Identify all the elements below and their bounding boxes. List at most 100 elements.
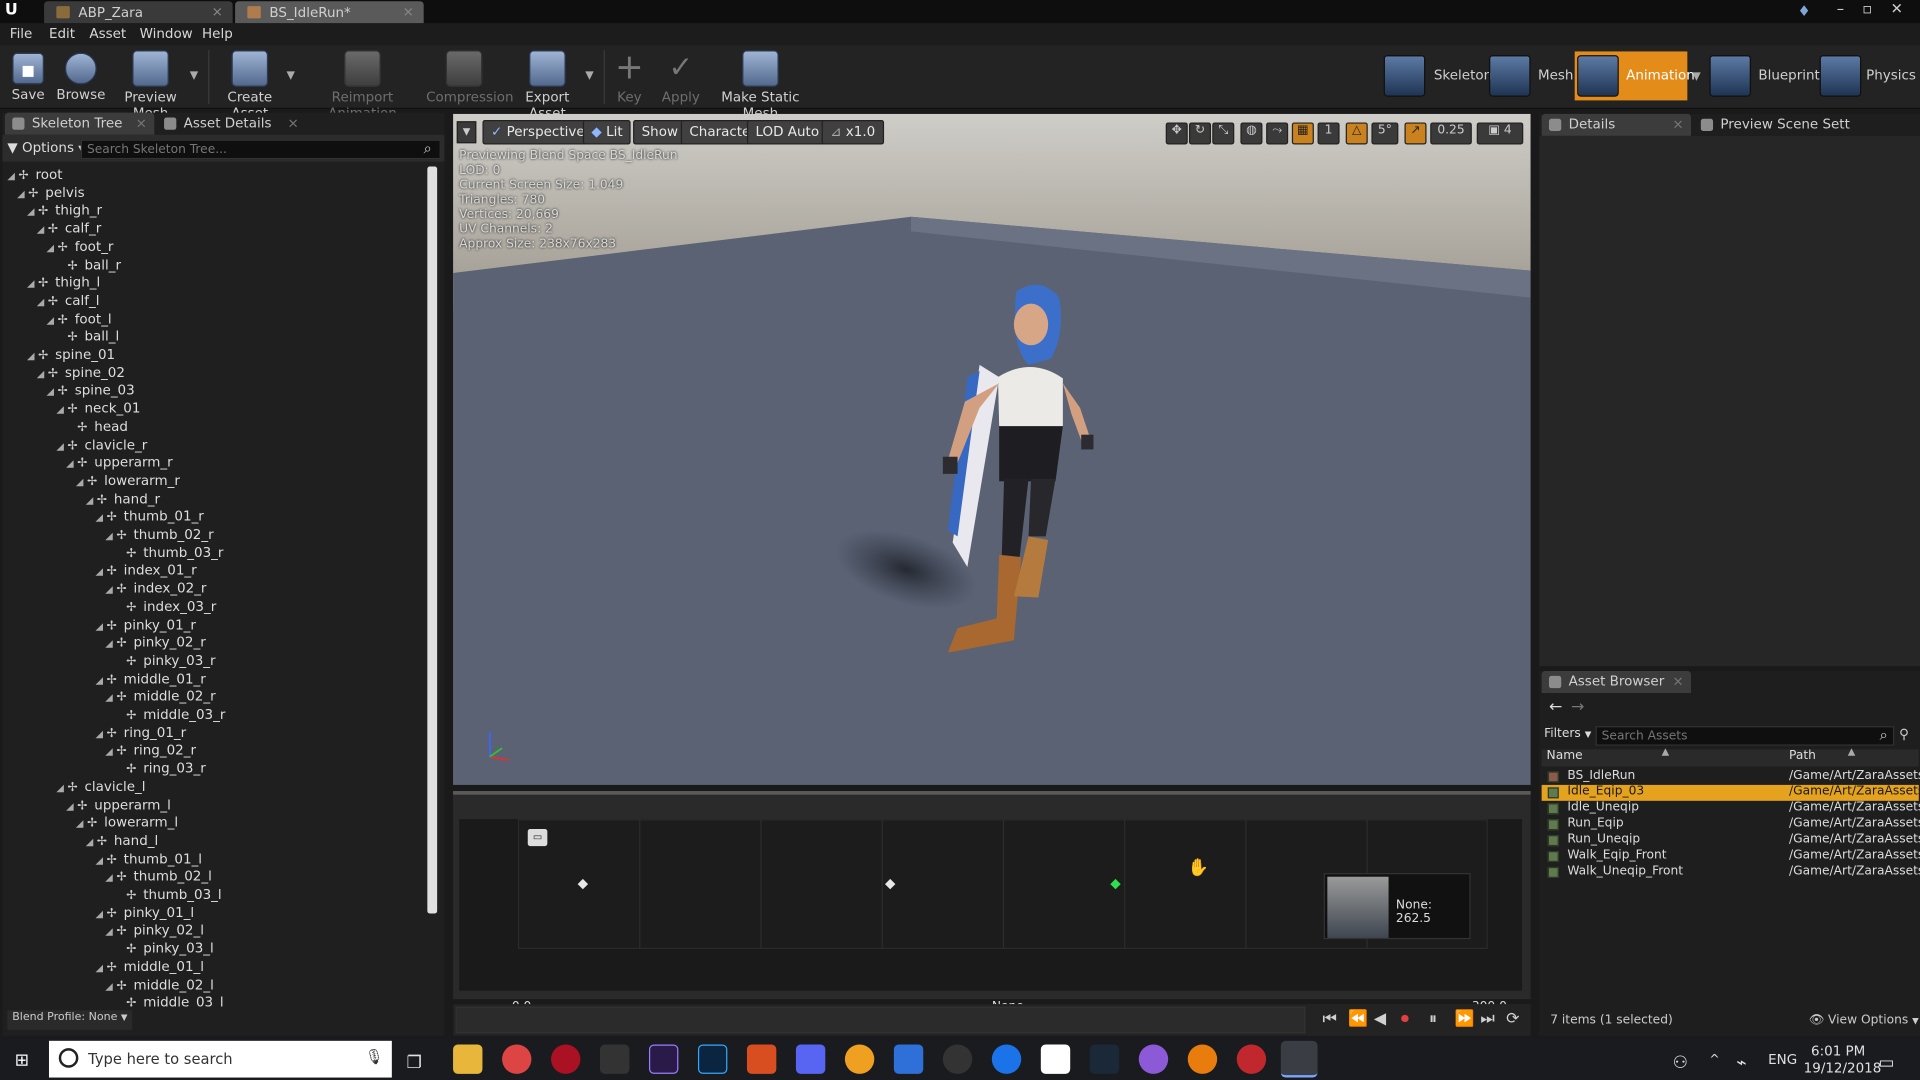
bone-neck_01[interactable]: ◢ ✢ neck_01 [2,401,140,419]
maps-icon[interactable] [991,1044,1022,1074]
expand-arrow-icon[interactable]: ◢ [96,854,107,865]
expand-arrow-icon[interactable]: ◢ [96,674,107,685]
expand-arrow-icon[interactable]: ◢ [96,512,107,523]
bone-foot_r[interactable]: ◢ ✢ foot_r [2,239,114,257]
tree-scrollbar[interactable] [427,166,438,914]
microphone-icon[interactable]: 🎙 [365,1048,384,1065]
play-reverse-icon[interactable]: ◀ [1374,1010,1386,1028]
chrome-icon[interactable] [502,1044,532,1074]
record-icon[interactable]: ⏺ [1401,1010,1409,1028]
unreal-taskbar-icon[interactable] [1280,1040,1318,1078]
bone-calf_r[interactable]: ◢ ✢ calf_r [2,221,102,239]
file-explorer-icon[interactable] [453,1044,483,1074]
close-icon[interactable]: × [1672,673,1683,689]
language-indicator[interactable]: ENG [1768,1052,1797,1068]
asset-row[interactable]: Idle_Uneqip/Game/Art/ZaraAssets [1542,801,1920,817]
compression-button[interactable]: Compression [426,48,514,107]
bone-spine_02[interactable]: ◢ ✢ spine_02 [2,365,125,383]
bone-clavicle_l[interactable]: ◢ ✢ clavicle_l [2,779,145,797]
expand-arrow-icon[interactable]: ◢ [76,476,87,487]
chevron-up-icon[interactable]: ^ [1709,1053,1719,1066]
bone-clavicle_r[interactable]: ◢ ✢ clavicle_r [2,437,147,455]
apply-button[interactable]: ✓ Apply [659,48,703,107]
playback-speed-button[interactable]: ⊿ x1.0 [821,120,884,145]
maximize-button[interactable]: ▫ [1854,0,1881,20]
app-red-s-icon[interactable] [1236,1044,1267,1074]
skip-to-start-icon[interactable]: ⏮ [1322,1010,1336,1028]
reimport-animation-button[interactable]: Reimport Animation [306,48,419,121]
bone-thumb_03_r[interactable]: ✢ thumb_03_r [2,545,223,563]
bone-index_02_r[interactable]: ◢ ✢ index_02_r [2,581,206,599]
expand-arrow-icon[interactable]: ◢ [96,962,107,973]
asset-row[interactable]: Run_Uneqip/Game/Art/ZaraAssets [1542,833,1920,849]
expand-arrow-icon[interactable]: ◢ [37,368,48,379]
filters-button[interactable]: Filters ▼ [1544,727,1591,740]
expand-arrow-icon[interactable]: ◢ [76,818,87,829]
steam-icon[interactable] [1089,1044,1120,1074]
lock-icon[interactable]: ⚲ [1899,726,1909,742]
expand-arrow-icon[interactable]: ◢ [47,386,58,397]
expand-arrow-icon[interactable]: ◢ [86,494,97,505]
tab-skeleton-tree[interactable]: Skeleton Tree × [4,112,155,135]
bone-pinky_03_l[interactable]: ✢ pinky_03_l [2,941,214,959]
bone-pinky_02_r[interactable]: ◢ ✢ pinky_02_r [2,635,205,653]
bone-middle_01_l[interactable]: ◢ ✢ middle_01_l [2,959,205,977]
expand-arrow-icon[interactable]: ◢ [7,170,18,181]
people-icon[interactable]: ⚇ [1673,1053,1688,1073]
save-button[interactable]: ▪ Save [7,48,49,107]
lit-button[interactable]: ◆ Lit [582,120,632,145]
bone-middle_03_l[interactable]: ✢ middle_03_l [2,995,224,1007]
app-orange-icon[interactable] [746,1044,777,1074]
asset-search-input[interactable] [1595,726,1895,746]
col-path-header[interactable]: Path [1789,749,1816,762]
pause-icon[interactable]: ⏸ [1429,1010,1437,1028]
bone-pinky_02_l[interactable]: ◢ ✢ pinky_02_l [2,923,204,941]
photoshop-icon[interactable] [697,1044,728,1074]
skip-to-end-icon[interactable]: ⏭ [1480,1010,1494,1028]
mode-animation[interactable]: Animation [1574,51,1695,101]
export-dropdown-icon[interactable]: ▼ [585,70,593,82]
bone-lowerarm_r[interactable]: ◢ ✢ lowerarm_r [2,473,180,491]
expand-arrow-icon[interactable]: ◢ [105,980,116,991]
discord-icon[interactable] [795,1044,826,1074]
expand-arrow-icon[interactable]: ◢ [17,188,28,199]
rotation-snap-icon[interactable]: △ [1345,122,1368,145]
bone-thumb_03_l[interactable]: ✢ thumb_03_l [2,887,222,905]
expand-arrow-icon[interactable]: ◢ [96,728,107,739]
close-icon[interactable]: × [1672,116,1683,132]
asset-row[interactable]: Run_Eqip/Game/Art/ZaraAssets [1542,817,1920,833]
expand-arrow-icon[interactable]: ◢ [56,404,67,415]
expand-arrow-icon[interactable]: ◢ [96,620,107,631]
mode-skeleton[interactable]: Skeleton [1381,51,1492,100]
notifications-icon[interactable]: ▭ [1878,1053,1894,1073]
premiere-icon[interactable] [648,1044,679,1074]
expand-arrow-icon[interactable]: ◢ [96,908,107,919]
viewport-menu-button[interactable]: ▼ [456,121,477,144]
forward-arrow-icon[interactable]: → [1571,698,1584,716]
bone-pinky_01_l[interactable]: ◢ ✢ pinky_01_l [2,905,195,923]
bone-root[interactable]: ◢ ✢ root [2,167,62,185]
close-window-button[interactable]: ✕ [1883,0,1910,20]
expand-arrow-icon[interactable]: ◢ [105,746,116,757]
expand-arrow-icon[interactable]: ◢ [27,350,38,361]
animation-mode-dropdown-icon[interactable]: ▼ [1692,71,1700,83]
clock-date[interactable]: 19/12/2018 [1804,1060,1882,1076]
surface-snap-icon[interactable]: ⤳ [1266,122,1289,145]
rotate-tool-icon[interactable]: ↻ [1188,122,1212,145]
tab-preview-scene-settings[interactable]: Preview Scene Sett [1693,114,1860,136]
bone-calf_l[interactable]: ◢ ✢ calf_l [2,293,100,311]
bone-thumb_01_r[interactable]: ◢ ✢ thumb_01_r [2,509,204,527]
menu-help[interactable]: Help [202,26,233,42]
bone-upperarm_l[interactable]: ◢ ✢ upperarm_l [2,797,171,815]
expand-arrow-icon[interactable]: ◢ [105,926,116,937]
expand-arrow-icon[interactable]: ◢ [56,782,67,793]
world-local-icon[interactable]: ◍ [1240,122,1263,145]
expand-arrow-icon[interactable]: ◢ [27,278,38,289]
translate-tool-icon[interactable]: ✥ [1165,122,1188,145]
mode-mesh[interactable]: Mesh [1487,51,1573,100]
expand-arrow-icon[interactable]: ◢ [105,584,116,595]
expand-arrow-icon[interactable]: ◢ [47,242,58,253]
bone-pelvis[interactable]: ◢ ✢ pelvis [2,185,84,203]
expand-arrow-icon[interactable]: ◢ [56,440,67,451]
preview-viewport[interactable]: ▼ ✓ Perspective ◆ Lit Show Character LOD… [453,113,1531,785]
